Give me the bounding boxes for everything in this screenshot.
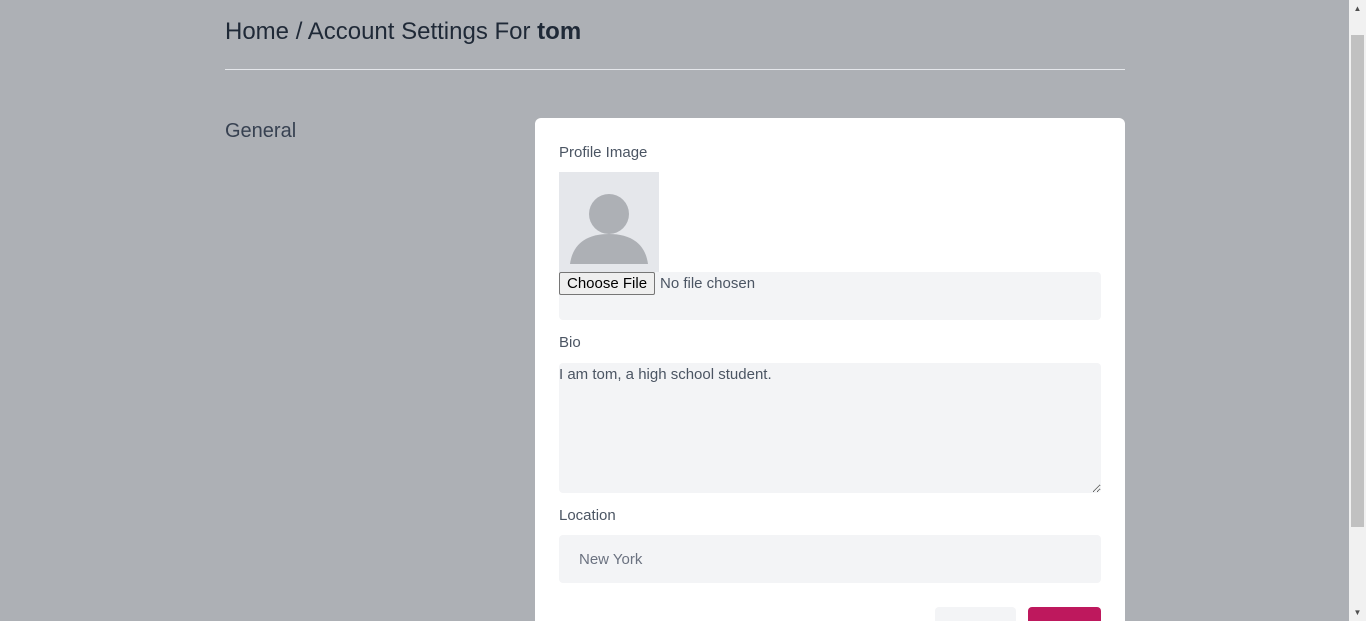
account-settings-page: Home / Account Settings For tom General … <box>0 0 1366 621</box>
location-label: Location <box>559 507 616 524</box>
save-button[interactable]: Save <box>1028 607 1101 621</box>
profile-settings-card: Profile Image Choose File No file chosen… <box>535 118 1125 621</box>
cancel-button[interactable]: Cancel <box>935 607 1016 621</box>
profile-image-label: Profile Image <box>559 144 648 161</box>
default-user-avatar-icon <box>559 172 659 272</box>
breadcrumb-home-link[interactable]: Home <box>225 18 289 45</box>
page-header: Home / Account Settings For tom <box>225 0 1125 70</box>
page-title: Account Settings For <box>307 18 538 45</box>
profile-image-file-input: Choose File No file chosen <box>559 272 1101 320</box>
scroll-up-arrow-icon[interactable]: ▲ <box>1349 0 1366 17</box>
bio-textarea[interactable]: I am tom, a high school student. <box>559 363 1101 493</box>
section-title-general: General <box>225 120 297 142</box>
location-input[interactable] <box>559 535 1101 583</box>
breadcrumb: Home / Account Settings For tom <box>225 18 581 46</box>
scrollbar-thumb[interactable] <box>1351 35 1364 527</box>
bio-label: Bio <box>559 334 581 351</box>
breadcrumb-separator: / <box>289 18 308 45</box>
choose-file-button[interactable]: Choose File <box>559 272 656 295</box>
file-status-text: No file chosen <box>660 275 756 292</box>
page-title-username: tom <box>537 18 582 45</box>
scroll-down-arrow-icon[interactable]: ▼ <box>1349 604 1366 621</box>
avatar-image <box>559 172 659 272</box>
vertical-scrollbar[interactable]: ▲ ▼ <box>1349 0 1366 621</box>
